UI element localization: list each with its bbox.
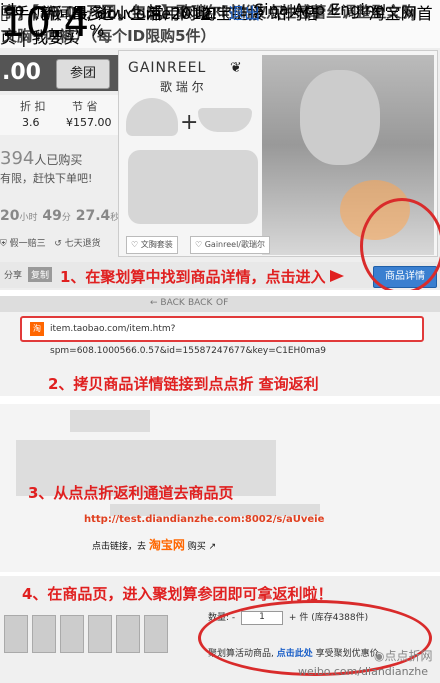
- highlight-circle: [360, 198, 440, 290]
- brand-chinese-name: 歌 瑞 尔: [160, 80, 204, 94]
- watermark-icon: ◉: [374, 649, 385, 663]
- sold-count: 394人已购买: [0, 148, 82, 169]
- timer-hours-unit: 小时: [19, 213, 38, 223]
- nav-back-label-2: BACK: [188, 298, 213, 308]
- shield-icon: ⛨: [0, 239, 7, 249]
- discount-stats: 折 扣 节 省 3.6 ¥157.00: [0, 95, 118, 135]
- hurry-text: 有限，赶快下单吧!: [0, 172, 93, 185]
- nav-back-label[interactable]: ← BACK: [150, 298, 185, 308]
- rebate-number: 10.4: [0, 0, 90, 46]
- hint-suffix: 购买: [187, 542, 206, 552]
- tag-brand-label: Gainreel/歌瑞尔: [204, 240, 265, 249]
- timer-seconds: 27.4: [75, 208, 111, 224]
- model-face: [300, 70, 380, 165]
- return-icon: ↺: [54, 239, 62, 249]
- step2-instruction: 2、拷贝商品详情链接到点点折 查询返利: [48, 375, 319, 393]
- arrow-icon: ↗: [208, 542, 217, 552]
- taobao-favicon-icon: 淘: [30, 322, 44, 336]
- nav-of-label: OF: [216, 298, 229, 308]
- share-control[interactable]: 分享: [4, 268, 22, 281]
- hint-prefix: 点击链接，去: [92, 542, 147, 552]
- thumbnail[interactable]: [4, 615, 28, 653]
- step3-instruction: 3、从点点折返利通道去商品页: [28, 484, 234, 502]
- weibo-url: weibo.com/diandianzhe: [298, 665, 429, 678]
- browser-nav-bar: ← BACK BACK OF: [0, 296, 440, 312]
- rebate-link[interactable]: http://test.diandianzhe.com:8002/s/aUvei…: [84, 514, 324, 525]
- brand-logo: GAINREEL: [128, 60, 207, 76]
- url-text[interactable]: item.taobao.com/item.htm?spm=608.1000566…: [50, 318, 422, 362]
- link-hint: 点击链接，去 淘宝网 购买 ↗: [92, 536, 216, 553]
- countdown-timer: 20小时 49分 27.4秒: [0, 208, 119, 224]
- tag-brand[interactable]: ♡ Gainreel/歌瑞尔: [190, 236, 270, 254]
- saving-label: 节 省: [72, 100, 98, 113]
- timer-minutes: 49: [42, 208, 62, 224]
- sold-suffix: 人已购买: [34, 153, 83, 167]
- rebate-unit: %: [89, 21, 105, 40]
- guarantee-fake: 假一赔三: [9, 239, 46, 249]
- guarantee-badges: ⛨ 假一赔三 ↺ 七天退货: [0, 236, 118, 249]
- step1-instruction: 1、在聚划算中找到商品详情，点击进入: [60, 268, 326, 286]
- toolbar-inbox[interactable]: 站内信: [270, 4, 318, 23]
- thumbnail[interactable]: [116, 615, 140, 653]
- discount-label: 折 扣: [20, 100, 46, 113]
- guarantee-return: 七天退货: [64, 239, 101, 249]
- address-bar[interactable]: 淘 item.taobao.com/item.htm?spm=608.10005…: [20, 316, 424, 356]
- saving-value: ¥157.00: [66, 116, 112, 129]
- thumbnail[interactable]: [60, 615, 84, 653]
- header-block: [70, 410, 150, 432]
- watermark-text: 点点折网: [384, 649, 433, 663]
- rebate-percentage: 10.4%: [0, 0, 104, 46]
- copy-button[interactable]: 复制: [28, 267, 53, 282]
- thumbnail[interactable]: [144, 615, 168, 653]
- thumbnail[interactable]: [32, 615, 56, 653]
- discount-value: 3.6: [22, 116, 40, 129]
- arrow-right-icon: [330, 270, 344, 282]
- share-label: 分享: [4, 271, 23, 281]
- join-group-button[interactable]: 参团: [56, 59, 110, 89]
- thumbnail[interactable]: [88, 615, 112, 653]
- tag-set[interactable]: ♡ 文胸套装: [126, 236, 178, 254]
- closeup-image: [128, 150, 258, 224]
- plus-sign: +: [180, 110, 199, 135]
- taobao-brand: 淘宝网: [148, 538, 185, 552]
- sold-number: 394: [0, 148, 35, 169]
- tag-set-label: 文胸套装: [140, 240, 173, 249]
- timer-minutes-unit: 分: [61, 213, 71, 223]
- site-watermark: ◉点点折网: [374, 647, 433, 664]
- toolbar-logout[interactable]: 退出: [228, 4, 260, 23]
- timer-hours: 20: [0, 208, 20, 224]
- leaf-icon: ❦: [230, 60, 242, 76]
